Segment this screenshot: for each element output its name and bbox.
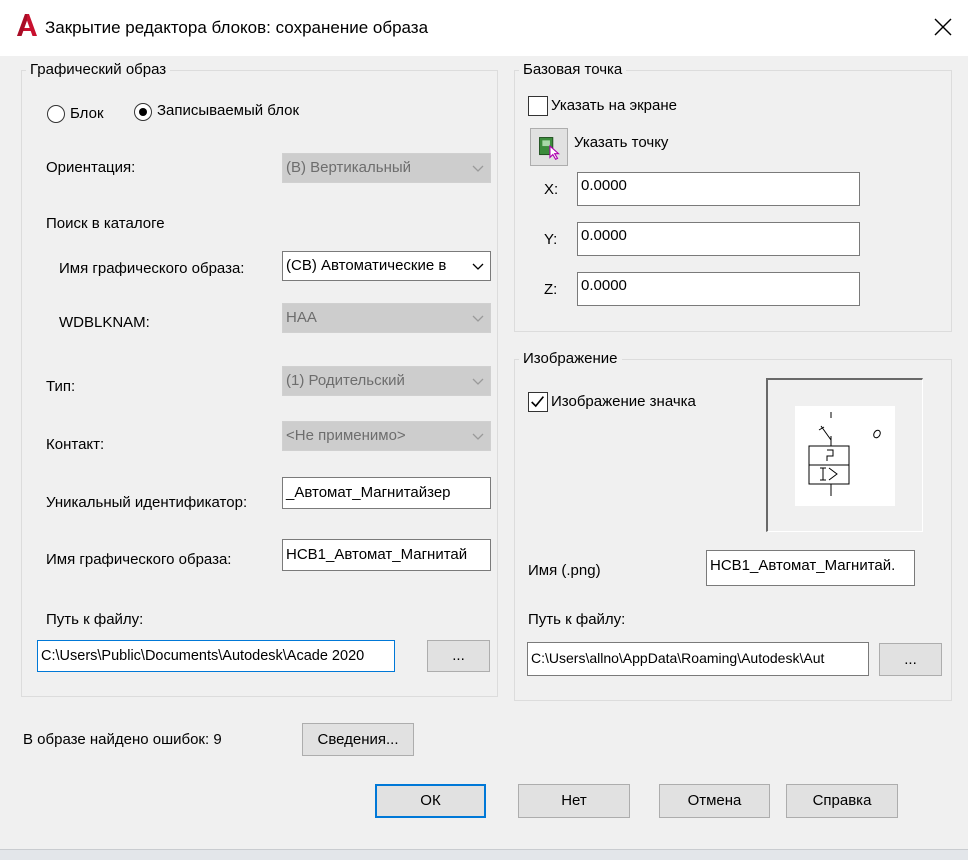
chevron-down-icon [472,165,484,172]
wdblknam-value: НАА [286,309,317,326]
orientation-combo: (В) Вертикальный [282,153,491,183]
z-label: Z: [544,281,558,298]
onscreen-checkbox[interactable] [528,96,548,116]
file-path-input[interactable]: C:\Users\Public\Documents\Autodesk\Acade… [37,640,395,672]
symbol-preview-icon [795,406,895,506]
image-group-legend: Изображение [519,350,622,367]
x-input[interactable]: 0.0000 [577,172,860,206]
icon-image-checkbox[interactable] [528,392,548,412]
x-label: X: [544,181,559,198]
background-strip [0,849,968,860]
contact-label: Контакт: [46,436,105,453]
onscreen-label[interactable]: Указать на экране [551,97,677,114]
wdblknam-label: WDBLKNAM: [59,314,150,331]
y-input[interactable]: 0.0000 [577,222,860,256]
pick-point-icon [539,137,560,161]
symname-label: Имя графического образа: [59,260,245,277]
ok-button[interactable]: ОК [375,784,486,818]
details-button[interactable]: Сведения... [302,723,414,756]
path-label: Путь к файлу: [46,611,144,628]
image-browse-button[interactable]: ... [879,643,942,676]
png-name-label: Имя (.png) [528,562,601,579]
base-point-group-legend: Базовая точка [519,61,627,78]
image-path-input[interactable]: C:\Users\allno\AppData\Roaming\Autodesk\… [527,642,869,676]
chevron-down-icon [472,378,484,385]
chevron-down-icon [472,315,484,322]
uid-input[interactable]: _Автомат_Магнитайзер [282,477,491,509]
autocad-a-icon [17,14,37,36]
name-label: Имя графического образа: [46,551,232,568]
radio-wblock-label[interactable]: Записываемый блок [157,102,299,119]
no-button[interactable]: Нет [518,784,630,818]
close-icon[interactable] [926,10,960,44]
symname-value: (СВ) Автоматические в [286,257,447,274]
radio-selected-dot [139,108,147,116]
type-label: Тип: [46,378,76,395]
icon-image-label[interactable]: Изображение значка [551,393,696,410]
icon-preview-frame [766,378,923,532]
png-name-input[interactable]: НСВ1_Автомат_Магнитай. [706,550,915,586]
y-label: Y: [544,231,558,248]
catalog-label: Поиск в каталоге [46,215,165,232]
graphic-group-legend: Графический образ [26,61,171,78]
radio-wblock[interactable] [134,103,152,121]
help-button[interactable]: Справка [786,784,898,818]
pick-point-button[interactable] [530,128,568,166]
z-input[interactable]: 0.0000 [577,272,860,306]
symbol-name-input[interactable]: НСВ1_Автомат_Магнитай [282,539,491,571]
browse-button[interactable]: ... [427,640,490,672]
type-value: (1) Родительский [286,372,405,389]
orientation-value: (В) Вертикальный [286,159,412,176]
chevron-down-icon [472,433,484,440]
radio-block[interactable] [47,105,65,123]
type-combo: (1) Родительский [282,366,491,396]
cancel-button[interactable]: Отмена [659,784,770,818]
checkmark-icon [531,396,545,408]
contact-value: <Не применимо> [286,427,406,444]
chevron-down-icon [472,263,484,270]
wdblknam-combo: НАА [282,303,491,333]
radio-block-label[interactable]: Блок [70,105,104,122]
orientation-label: Ориентация: [46,159,136,176]
contact-combo: <Не применимо> [282,421,491,451]
uid-label: Уникальный идентификатор: [46,494,248,511]
errors-text: В образе найдено ошибок: 9 [23,731,222,748]
image-path-label: Путь к файлу: [528,611,626,628]
symname-combo[interactable]: (СВ) Автоматические в [282,251,491,281]
window-title: Закрытие редактора блоков: сохранение об… [45,18,429,37]
pick-point-label: Указать точку [574,134,669,151]
